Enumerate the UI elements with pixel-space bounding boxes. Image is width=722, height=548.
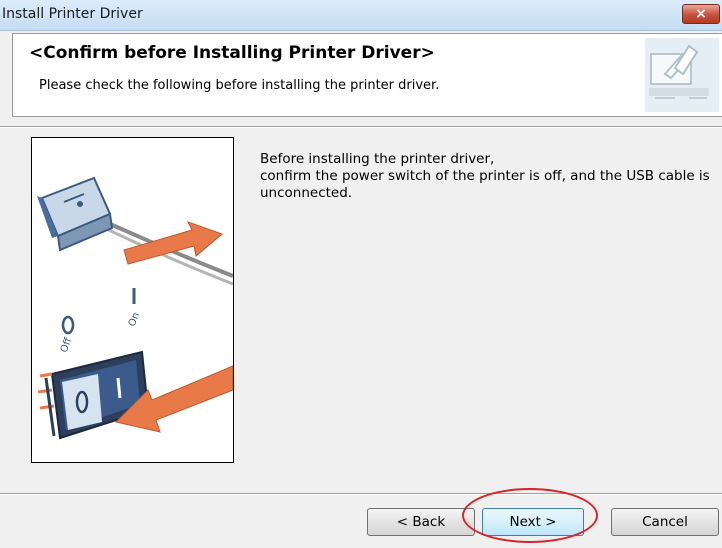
illustration-art: Off On <box>37 176 233 440</box>
message-line-3: unconnected. <box>260 185 353 201</box>
usb-cable-and-power-switch-illustration: Off On <box>31 137 234 463</box>
cancel-button[interactable]: Cancel <box>611 508 719 536</box>
title-bar[interactable]: Install Printer Driver × <box>0 0 722 31</box>
instruction-message: Before installing the printer driver, co… <box>260 151 722 202</box>
window-title: Install Printer Driver <box>2 6 143 22</box>
back-button[interactable]: < Back <box>367 508 475 536</box>
off-label-group: Off <box>59 315 75 354</box>
off-label: Off <box>59 335 75 354</box>
footer-separator <box>0 493 722 495</box>
install-wizard-icon <box>645 38 719 112</box>
on-label-group: On <box>127 288 142 328</box>
message-line-1: Before installing the printer driver, <box>260 151 495 167</box>
installer-window: Install Printer Driver × <Confirm before… <box>0 0 722 548</box>
wizard-header: <Confirm before Installing Printer Drive… <box>12 33 722 117</box>
next-button-highlight-circle <box>462 488 598 543</box>
header-subtitle: Please check the following before instal… <box>39 78 440 93</box>
header-title: <Confirm before Installing Printer Drive… <box>29 43 435 63</box>
on-label: On <box>127 311 142 328</box>
close-icon: × <box>695 6 707 22</box>
message-line-2: confirm the power switch of the printer … <box>260 168 710 184</box>
header-separator <box>0 126 722 128</box>
close-button[interactable]: × <box>682 4 720 24</box>
